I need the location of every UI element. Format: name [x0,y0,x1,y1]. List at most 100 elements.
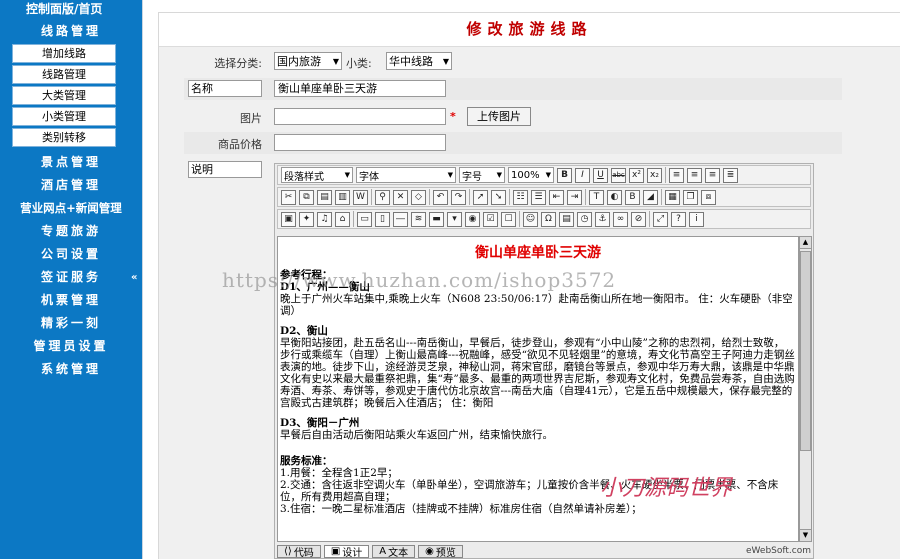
chevron-down-icon: ▼ [442,56,449,66]
font-size-select[interactable]: 字号 ▼ [459,167,505,183]
layer-icon[interactable]: ❐ [683,189,698,205]
sidebar-section-system[interactable]: 系统管理 [0,358,142,381]
sidebar-section-outlets-news[interactable]: 营业网点+新闻管理 [0,197,142,220]
sidebar-section-hotels[interactable]: 酒店管理 [0,174,142,197]
undo-icon[interactable]: ↶ [433,189,448,205]
time-icon[interactable]: ◷ [577,211,592,227]
tab-text[interactable]: A 文本 [372,544,416,559]
insert-radio-icon[interactable]: ◉ [465,211,480,227]
align-center-icon[interactable]: ≡ [687,167,702,183]
insert-media-icon[interactable]: ♫ [317,211,332,227]
strikethrough-icon[interactable]: abc [611,167,626,183]
upload-image-button[interactable]: 上传图片 [467,107,531,126]
bold-icon[interactable]: B [557,167,572,183]
sidebar-section-highlights[interactable]: 精彩一刻 [0,312,142,335]
indent-icon[interactable]: ⇥ [567,189,582,205]
copy-icon[interactable]: ⧉ [299,189,314,205]
fullscreen-icon[interactable]: ⤢ [653,211,668,227]
zoom-select[interactable]: 100% ▼ [508,167,554,183]
sidebar-section-routes[interactable]: 线路管理 [0,20,142,43]
editor-document[interactable]: 衡山单座单卧三天游 参考行程： D1、广州——衡山 晚上于广州火车站集中,乘晚上… [277,236,799,542]
frame-icon[interactable]: ⧈ [701,189,716,205]
insert-image-icon[interactable]: ▣ [281,211,296,227]
paste-icon[interactable]: ▤ [317,189,332,205]
font-select[interactable]: 字体 ▼ [356,167,456,183]
sidebar-section-themed-tours[interactable]: 专题旅游 [0,220,142,243]
select-all-icon[interactable]: ➚ [473,189,488,205]
collapse-sidebar-icon[interactable]: « [131,272,137,283]
font-size-value: 字号 [462,171,482,183]
italic-icon[interactable]: I [575,167,590,183]
paste-text-icon[interactable]: ▥ [335,189,350,205]
tab-code[interactable]: ⟨⟩ 代码 [277,544,321,559]
sidebar-item-minor-category[interactable]: 小类管理 [12,107,116,126]
breadcrumb[interactable]: 控制面版/首页 [0,0,142,20]
sidebar-item-category-transfer[interactable]: 类别转移 [12,128,116,147]
insert-flash-icon[interactable]: ✦ [299,211,314,227]
text-color-icon[interactable]: T [589,189,604,205]
paste-word-icon[interactable]: W [353,189,368,205]
special-char-icon[interactable]: Ω [541,211,556,227]
anchor-icon[interactable]: ⚓ [595,211,610,227]
help-icon[interactable]: ? [671,211,686,227]
outdent-icon[interactable]: ⇤ [549,189,564,205]
emoticon-icon[interactable]: ☺ [523,211,538,227]
insert-select-icon[interactable]: ▾ [447,211,462,227]
sidebar-section-company-settings[interactable]: 公司设置 [0,243,142,266]
insert-textarea-icon[interactable]: ▯ [375,211,390,227]
insert-checkbox-icon[interactable]: ☑ [483,211,498,227]
day3-text: 早餐后自由活动后衡阳站乘火车返回广州，结束愉快旅行。 [280,429,553,441]
redo-icon[interactable]: ↷ [451,189,466,205]
insert-file-icon[interactable]: ⌂ [335,211,350,227]
price-input[interactable] [274,134,446,151]
format-brush-icon[interactable]: ◢ [643,189,658,205]
scroll-up-icon[interactable]: ▲ [800,237,811,249]
date-icon[interactable]: ▤ [559,211,574,227]
insert-form-icon[interactable]: ☐ [501,211,516,227]
cut-icon[interactable]: ✂ [281,189,296,205]
table-icon[interactable]: ▦ [665,189,680,205]
scroll-thumb[interactable] [800,251,811,451]
sidebar-section-admin-settings[interactable]: 管理员设置 [0,335,142,358]
editor-mode-bar: ⟨⟩ 代码 ▣ 设计 A 文本 ◉ 预览 eWebSoft.com [277,544,811,559]
insert-marquee-icon[interactable]: ≋ [411,211,426,227]
tab-design[interactable]: ▣ 设计 [323,544,370,559]
sidebar-section-attractions[interactable]: 景点管理 [0,151,142,174]
sidebar-item-add-route[interactable]: 增加线路 [12,44,116,63]
insert-button-icon[interactable]: ▬ [429,211,444,227]
underline-icon[interactable]: U [593,167,608,183]
unlink-icon[interactable]: ⊘ [631,211,646,227]
link-icon[interactable]: ∞ [613,211,628,227]
numbered-list-icon[interactable]: ☷ [513,189,528,205]
sidebar-item-major-category[interactable]: 大类管理 [12,86,116,105]
sidebar-section-air-tickets[interactable]: 机票管理 [0,289,142,312]
insert-hr-icon[interactable]: ― [393,211,408,227]
align-left-icon[interactable]: ≡ [669,167,684,183]
tab-preview[interactable]: ◉ 预览 [418,544,463,559]
scroll-down-icon[interactable]: ▼ [800,529,811,541]
align-justify-icon[interactable]: ≣ [723,167,738,183]
day1-heading: D1、广州——衡山 [280,281,370,293]
name-input[interactable]: 衡山单座单卧三天游 [274,80,446,97]
sidebar-section-visa[interactable]: 签证服务 [0,266,142,289]
image-path-input[interactable] [274,108,446,125]
subcategory-select[interactable]: 华中线路 ▼ [386,52,452,70]
superscript-icon[interactable]: x² [629,167,644,183]
document-scrollbar[interactable]: ▲ ▼ [799,236,812,542]
subscript-icon[interactable]: x₂ [647,167,662,183]
bullet-list-icon[interactable]: ☰ [531,189,546,205]
find-icon[interactable]: ⚲ [375,189,390,205]
paragraph-style-select[interactable]: 段落样式 ▼ [281,167,353,183]
pointer-icon[interactable]: ➘ [491,189,506,205]
background-color-icon[interactable]: B [625,189,640,205]
category-label: 选择分类: [214,57,262,70]
sidebar-item-route-manage[interactable]: 线路管理 [12,65,116,84]
align-right-icon[interactable]: ≡ [705,167,720,183]
delete-icon[interactable]: ✕ [393,189,408,205]
frame-divider [142,0,158,559]
info-icon[interactable]: i [689,211,704,227]
insert-textbox-icon[interactable]: ▭ [357,211,372,227]
category-select[interactable]: 国内旅游 ▼ [274,52,342,70]
eraser-icon[interactable]: ◇ [411,189,426,205]
highlight-icon[interactable]: ◐ [607,189,622,205]
